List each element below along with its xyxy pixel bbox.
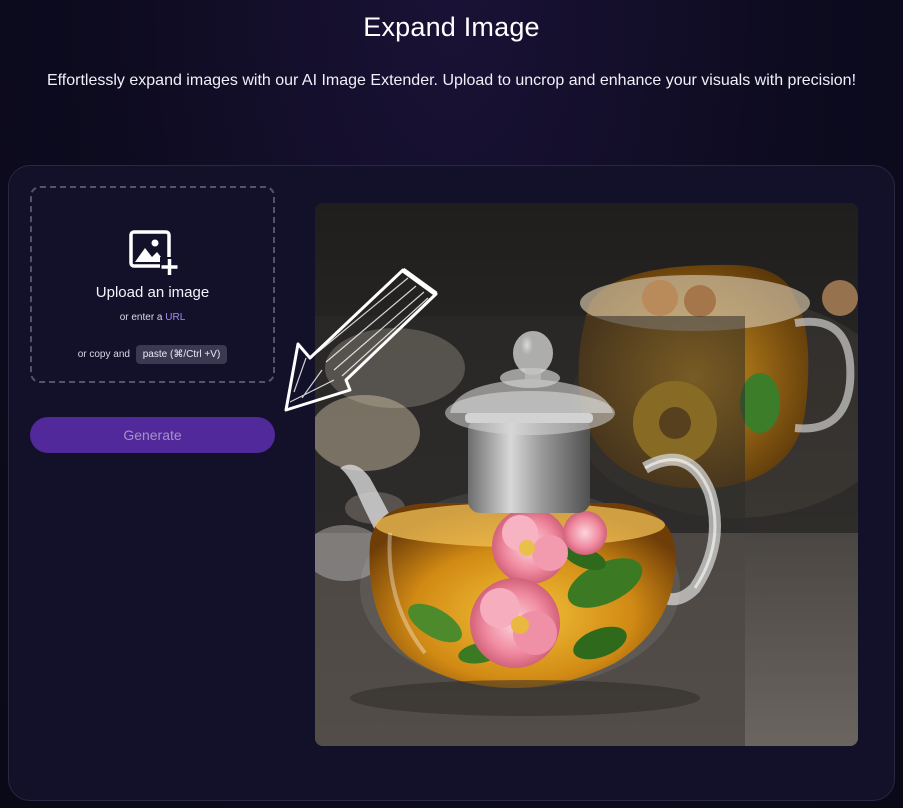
page-subtitle: Effortlessly expand images with our AI I… xyxy=(46,72,857,89)
page-title: Expand Image xyxy=(363,12,540,42)
upload-label: Upload an image xyxy=(95,284,210,301)
url-prefix: or enter a xyxy=(119,312,163,323)
paste-shortcut-badge[interactable]: paste (⌘/Ctrl +V) xyxy=(135,345,228,364)
flower-bottom xyxy=(470,578,560,668)
paste-prefix: or copy and xyxy=(77,349,130,360)
generate-button[interactable]: Generate xyxy=(30,417,275,453)
paste-line: or copy and paste (⌘/Ctrl +V) xyxy=(32,345,273,364)
page: Expand Image Effortlessly expand images … xyxy=(0,0,903,808)
url-line: or enter a URL xyxy=(32,312,273,323)
url-link[interactable]: URL xyxy=(165,312,185,323)
upload-dropzone[interactable]: Upload an image or enter a URL or copy a… xyxy=(30,186,275,383)
image-plus-icon xyxy=(129,230,179,276)
hand-drawn-arrow-icon xyxy=(284,267,438,412)
